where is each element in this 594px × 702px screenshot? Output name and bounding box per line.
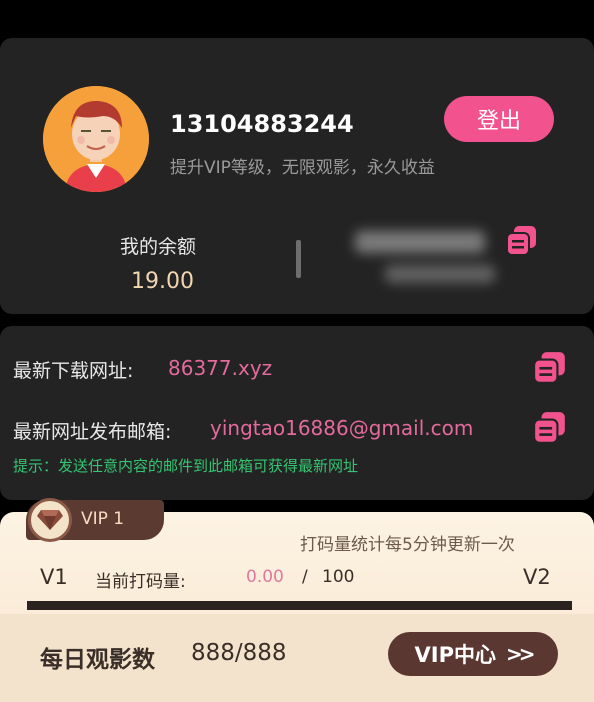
avatar[interactable]: [43, 86, 149, 192]
vip-center-button[interactable]: VIP中心 >>: [388, 632, 558, 676]
avatar-icon: [43, 86, 149, 192]
vip-card: VIP 1 打码量统计每5分钟更新一次 V1 当前打码量: 0.00 / 100…: [0, 498, 594, 702]
current-level: V1: [40, 565, 68, 589]
diamond-icon: [28, 498, 72, 542]
progress-bar: [27, 601, 572, 610]
phone-number: 13104883244: [170, 110, 354, 138]
email-link[interactable]: yingtao16886@gmail.com: [210, 416, 473, 440]
copy-icon[interactable]: [505, 224, 539, 262]
profile-card: 13104883244 提升VIP等级，无限观影，永久收益 登出 我的余额 19…: [0, 38, 594, 314]
balance-value: 19.00: [131, 269, 194, 294]
blurred-info: [345, 223, 520, 298]
download-url-link[interactable]: 86377.xyz: [168, 356, 272, 380]
vip-tagline: 提升VIP等级，无限观影，永久收益: [170, 158, 435, 178]
vip-badge: VIP 1: [26, 498, 164, 542]
copy-email-icon[interactable]: [532, 410, 568, 450]
vip-level: VIP 1: [81, 509, 125, 529]
download-url-label: 最新下载网址:: [13, 360, 134, 382]
links-card: 最新下载网址: 86377.xyz 最新网址发布邮箱: yingtao16886…: [0, 326, 594, 500]
logout-button[interactable]: 登出: [444, 96, 554, 142]
progress-label: 当前打码量:: [95, 572, 186, 592]
progress-separator: /: [302, 567, 308, 587]
vip-center-label: VIP中心: [414, 643, 496, 667]
daily-panel: 每日观影数 888/888 VIP中心 >>: [0, 614, 594, 702]
balance-label: 我的余额: [120, 236, 197, 258]
divider: [296, 240, 301, 278]
daily-views-label: 每日观影数: [40, 647, 155, 673]
progress-current: 0.00: [246, 567, 284, 587]
next-level: V2: [523, 565, 551, 589]
stats-note: 打码量统计每5分钟更新一次: [300, 535, 515, 555]
copy-download-icon[interactable]: [532, 350, 568, 390]
double-chevron-right-icon: >>: [505, 642, 535, 666]
email-label: 最新网址发布邮箱:: [13, 421, 172, 443]
daily-views-value: 888/888: [191, 640, 287, 666]
email-hint: 提示：发送任意内容的邮件到此邮箱可获得最新网址: [13, 457, 359, 475]
progress-total: 100: [322, 567, 355, 587]
